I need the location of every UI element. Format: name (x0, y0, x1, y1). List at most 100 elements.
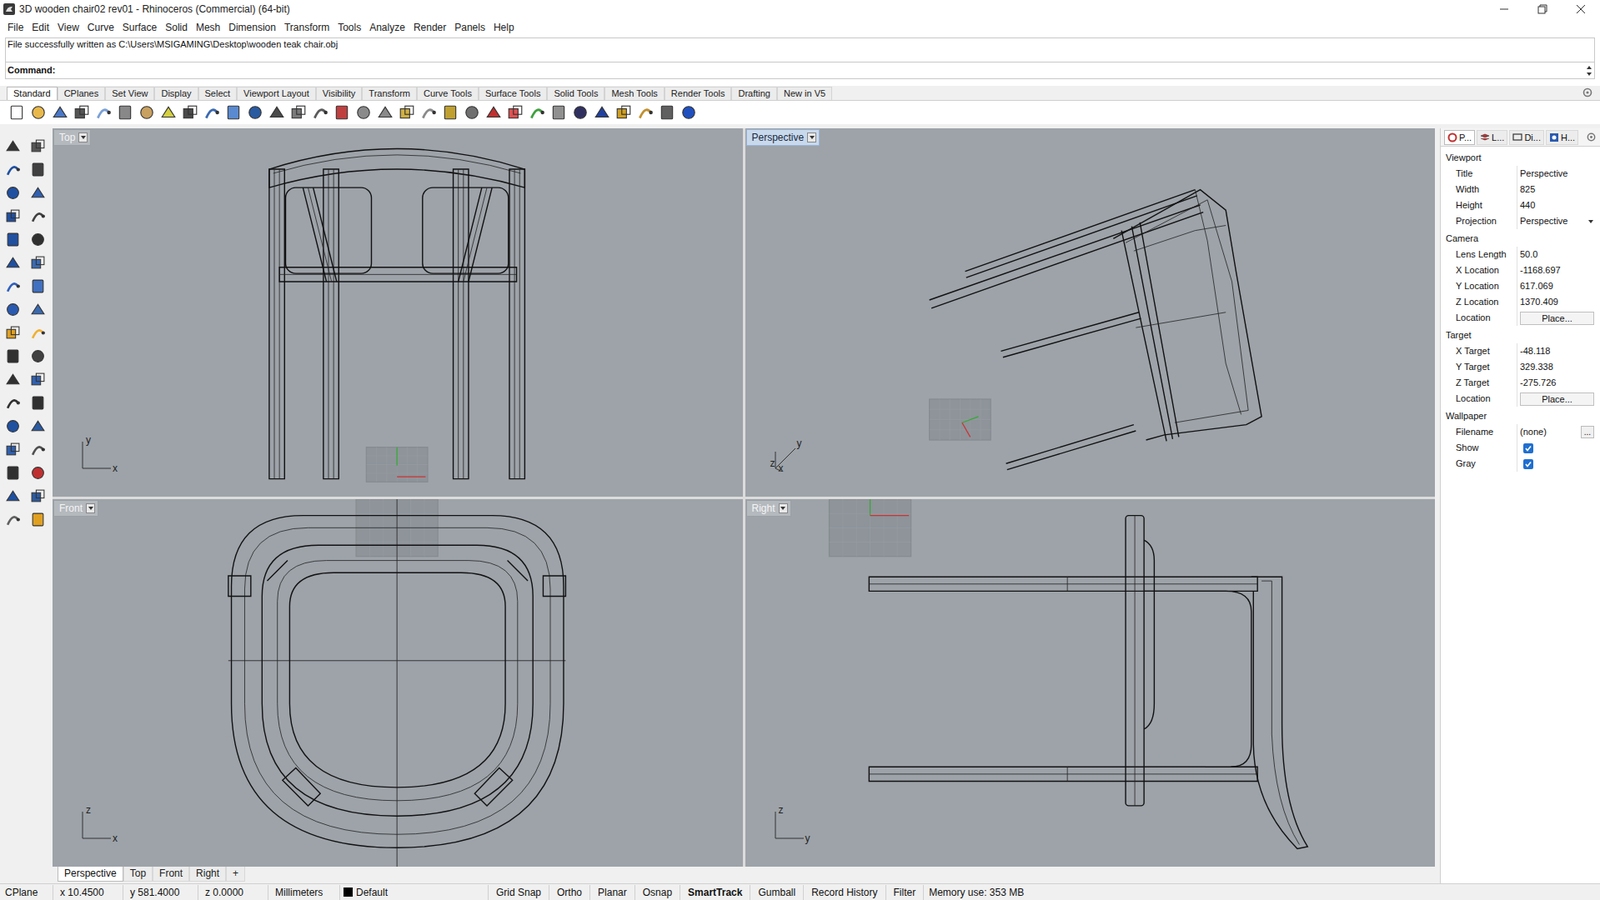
toolbar-tab[interactable]: Mesh Tools (604, 86, 664, 101)
viewport-tab[interactable]: Right (189, 867, 226, 883)
tool-icon[interactable] (116, 104, 134, 121)
tool-icon[interactable] (30, 255, 46, 271)
menu-item[interactable]: Solid (160, 20, 192, 36)
property-value[interactable]: 825 (1519, 182, 1535, 197)
tool-icon[interactable] (181, 104, 199, 121)
model-wireframe[interactable] (745, 499, 1436, 868)
tool-icon[interactable] (333, 104, 351, 121)
layer[interactable]: Default (340, 885, 489, 900)
tool-icon[interactable] (30, 418, 46, 435)
tool-icon[interactable] (5, 395, 21, 412)
tool-icon[interactable] (463, 104, 481, 121)
toolbar-tab[interactable]: Curve Tools (416, 86, 479, 101)
menu-item[interactable]: Surface (118, 20, 161, 36)
viewport[interactable]: Frontzx (52, 499, 743, 868)
place-button[interactable]: Place... (1519, 311, 1595, 326)
property-checkbox[interactable] (1523, 459, 1534, 470)
viewport-title[interactable]: Perspective (746, 129, 821, 146)
tool-icon[interactable] (5, 511, 21, 528)
tool-icon[interactable] (30, 348, 46, 365)
tool-icon[interactable] (5, 348, 21, 365)
property-value[interactable]: -1168.697 (1519, 263, 1561, 278)
tool-icon[interactable] (30, 325, 46, 342)
minimize-icon[interactable] (1484, 0, 1524, 19)
viewport-tab[interactable]: Front (152, 867, 190, 883)
menu-item[interactable]: Dimension (224, 20, 281, 36)
tool-icon[interactable] (5, 418, 21, 435)
viewport-title[interactable]: Right (746, 500, 792, 517)
tool-icon[interactable] (5, 255, 21, 271)
tool-icon[interactable] (615, 104, 632, 121)
tool-icon[interactable] (95, 104, 112, 121)
menu-item[interactable]: View (53, 20, 84, 36)
dropdown-icon[interactable] (1587, 218, 1595, 226)
tool-icon[interactable] (246, 104, 264, 121)
model-wireframe[interactable] (52, 499, 743, 868)
tool-icon[interactable] (5, 138, 21, 155)
scroll-icon[interactable] (1584, 63, 1595, 79)
viewport-tab[interactable]: + (225, 867, 246, 883)
tool-icon[interactable] (485, 104, 502, 121)
property-value[interactable]: 329.338 (1519, 360, 1554, 375)
tool-icon[interactable] (160, 104, 177, 121)
property-value[interactable]: 617.069 (1519, 279, 1554, 294)
property-dropdown[interactable]: Perspective (1519, 214, 1595, 229)
menu-item[interactable]: Render (409, 20, 451, 36)
tool-icon[interactable] (30, 301, 46, 318)
property-value[interactable]: 1370.409 (1519, 295, 1559, 310)
property-value[interactable]: 50.0 (1519, 247, 1538, 262)
tool-icon[interactable] (30, 161, 46, 178)
close-icon[interactable] (1561, 0, 1600, 19)
tool-icon[interactable] (30, 104, 47, 121)
toolbar-tab[interactable]: Drafting (731, 86, 778, 101)
tool-icon[interactable] (5, 278, 21, 295)
units[interactable]: Millimeters (268, 885, 341, 900)
status-toggle[interactable]: Ortho (549, 885, 591, 900)
toolbar-tab[interactable]: Surface Tools (478, 86, 547, 101)
dropdown-icon[interactable] (779, 505, 787, 512)
tool-icon[interactable] (5, 465, 21, 482)
menu-item[interactable]: Edit (27, 20, 54, 36)
property-value[interactable]: -48.118 (1519, 344, 1551, 359)
cplane-label[interactable]: CPlane (0, 885, 54, 900)
status-toggle[interactable]: Record History (803, 885, 886, 900)
dropdown-icon[interactable] (80, 134, 87, 141)
toolbar-tab[interactable]: Viewport Layout (236, 86, 316, 101)
viewport[interactable]: Rightzy (745, 499, 1436, 868)
tool-icon[interactable] (51, 104, 69, 121)
command-input[interactable] (55, 62, 1585, 79)
tool-icon[interactable] (420, 104, 437, 121)
status-toggle[interactable]: Osnap (635, 885, 681, 900)
toolbar-tab[interactable]: Display (154, 86, 198, 101)
tool-icon[interactable] (311, 104, 329, 121)
menu-item[interactable]: Help (489, 20, 519, 36)
tool-icon[interactable] (30, 278, 46, 295)
place-button[interactable]: Place... (1519, 392, 1595, 407)
menu-item[interactable]: File (3, 20, 28, 36)
tool-icon[interactable] (5, 185, 21, 201)
tool-icon[interactable] (376, 104, 394, 121)
toolbar-tab[interactable]: Standard (6, 86, 58, 101)
tool-icon[interactable] (30, 138, 46, 155)
panel-tab[interactable]: P... (1444, 130, 1475, 146)
property-value[interactable]: -275.726 (1519, 376, 1556, 391)
status-toggle[interactable]: Grid Snap (488, 885, 550, 900)
tool-icon[interactable] (528, 104, 546, 121)
menu-item[interactable]: Tools (333, 20, 366, 36)
tool-icon[interactable] (636, 104, 654, 121)
tool-icon[interactable] (5, 371, 21, 388)
menu-item[interactable]: Mesh (191, 20, 225, 36)
panel-tab[interactable]: H... (1545, 130, 1579, 146)
model-wireframe[interactable] (745, 128, 1436, 497)
tool-icon[interactable] (138, 104, 156, 121)
tool-icon[interactable] (30, 511, 46, 528)
tool-icon[interactable] (30, 371, 46, 388)
toolbar-tab[interactable]: Set View (105, 86, 155, 101)
tool-icon[interactable] (203, 104, 221, 121)
toolbar-tab[interactable]: Select (198, 86, 238, 101)
tool-icon[interactable] (571, 104, 589, 121)
toolbar-tab[interactable]: Solid Tools (546, 86, 605, 101)
property-checkbox[interactable] (1523, 443, 1534, 454)
viewport[interactable]: Topyx (52, 128, 743, 497)
status-toggle[interactable]: Gumball (750, 885, 804, 900)
